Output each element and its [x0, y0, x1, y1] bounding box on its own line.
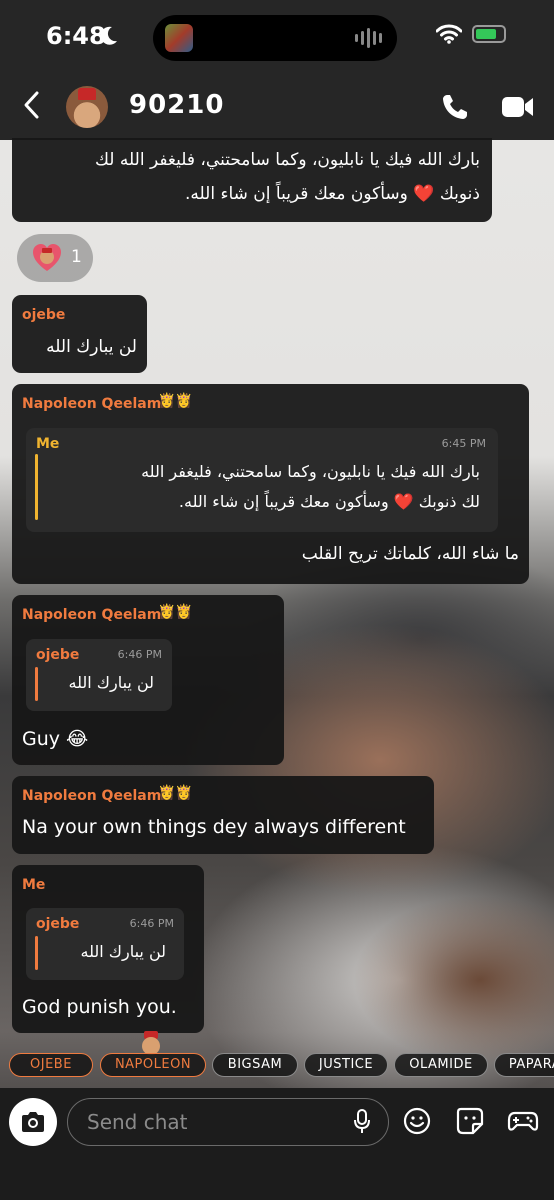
quote-text: لك ذنوبك ❤️ وسأكون معك قريباً إن شاء الل…	[178, 492, 480, 511]
audio-wave-icon	[355, 27, 383, 49]
quote-text: بارك الله فيك يا نابليون، وكما سامحتني، …	[141, 462, 480, 481]
microphone-icon[interactable]	[352, 1109, 372, 1135]
video-call-icon[interactable]	[501, 94, 535, 120]
crown-icon: 👸👸	[158, 393, 193, 409]
chat-header: 90210	[0, 76, 554, 140]
message-bubble[interactable]: Napoleon Qeelam 👸👸 Me 6:45 PM بارك الله …	[12, 384, 529, 584]
quote-sender: Me	[36, 436, 60, 452]
dynamic-island	[153, 15, 397, 61]
member-pill[interactable]: OJEBE	[9, 1053, 93, 1077]
message-sender: Napoleon Qeelam	[22, 396, 162, 412]
battery-icon	[472, 25, 506, 43]
quoted-message[interactable]: ojebe 6:46 PM لن يبارك الله	[26, 908, 184, 980]
message-bubble[interactable]: بارك الله فيك يا نابليون، وكما سامحتني، …	[12, 138, 492, 222]
moon-icon	[100, 26, 117, 45]
game-controller-icon[interactable]	[507, 1106, 539, 1136]
quote-text: لن يبارك الله	[68, 673, 155, 692]
message-text: Guy 😂	[22, 728, 89, 750]
emoji-icon[interactable]	[402, 1106, 432, 1136]
message-text: بارك الله فيك يا نابليون، وكما سامحتني، …	[94, 150, 480, 170]
quote-bar	[35, 454, 38, 520]
back-button[interactable]	[22, 90, 40, 128]
member-pill[interactable]: BIGSAM	[212, 1053, 298, 1077]
chat-input[interactable]: Send chat	[67, 1098, 389, 1146]
status-time: 6:48	[46, 22, 106, 50]
quote-sender: ojebe	[36, 916, 80, 932]
member-pill[interactable]: NAPOLEON	[100, 1053, 206, 1077]
message-bubble[interactable]: Me ojebe 6:46 PM لن يبارك الله God punis…	[12, 865, 204, 1033]
reaction-badge[interactable]: 1	[17, 234, 93, 282]
quote-time: 6:45 PM	[441, 437, 486, 450]
message-bubble[interactable]: ojebe لن يبارك الله	[12, 295, 147, 373]
phone-call-icon[interactable]	[440, 92, 470, 122]
quoted-message[interactable]: ojebe 6:46 PM لن يبارك الله	[26, 639, 172, 711]
camera-button[interactable]	[9, 1098, 57, 1146]
quote-time: 6:46 PM	[129, 917, 174, 930]
chat-input-placeholder: Send chat	[87, 1110, 188, 1134]
group-member-pills: OJEBE NAPOLEON BIGSAM JUSTICE OLAMIDE PA…	[0, 1053, 554, 1079]
quote-sender: ojebe	[36, 647, 80, 663]
crown-icon: 👸👸	[158, 785, 193, 801]
member-pill[interactable]: JUSTICE	[304, 1053, 388, 1077]
message-sender: ojebe	[22, 307, 66, 323]
message-text: God punish you.	[22, 996, 177, 1018]
message-bubble[interactable]: Napoleon Qeelam 👸👸 ojebe 6:46 PM لن يبار…	[12, 595, 284, 765]
status-bar: 6:48	[0, 0, 554, 76]
crown-icon: 👸👸	[158, 604, 193, 620]
chevron-left-icon	[24, 91, 39, 119]
member-pill[interactable]: PAPARA	[494, 1053, 554, 1077]
app-thumbnail-icon	[165, 24, 193, 52]
bitmoji-heart-icon	[33, 244, 61, 271]
quoted-message[interactable]: Me 6:45 PM بارك الله فيك يا نابليون، وكم…	[26, 428, 498, 532]
message-text: ذنوبك ❤️ وسأكون معك قريباً إن شاء الله.	[185, 184, 480, 204]
contact-name[interactable]: 90210	[129, 90, 224, 120]
status-icons	[436, 24, 506, 44]
message-text: Na your own things dey always different	[22, 816, 406, 838]
reaction-count: 1	[71, 247, 82, 267]
composer-bar: Send chat	[0, 1088, 554, 1200]
contact-avatar[interactable]	[66, 86, 108, 128]
message-bubble[interactable]: Napoleon Qeelam 👸👸 Na your own things de…	[12, 776, 434, 854]
sticker-icon[interactable]	[455, 1106, 485, 1136]
member-pill[interactable]: OLAMIDE	[394, 1053, 488, 1077]
quote-time: 6:46 PM	[117, 648, 162, 661]
message-sender: Me	[22, 877, 46, 893]
wifi-icon	[436, 24, 462, 44]
message-text: ما شاء الله، كلماتك تريح القلب	[301, 544, 519, 564]
quote-text: لن يبارك الله	[80, 942, 167, 961]
message-text: لن يبارك الله	[46, 337, 137, 357]
camera-icon	[22, 1112, 44, 1132]
message-sender: Napoleon Qeelam	[22, 788, 162, 804]
message-sender: Napoleon Qeelam	[22, 607, 162, 623]
